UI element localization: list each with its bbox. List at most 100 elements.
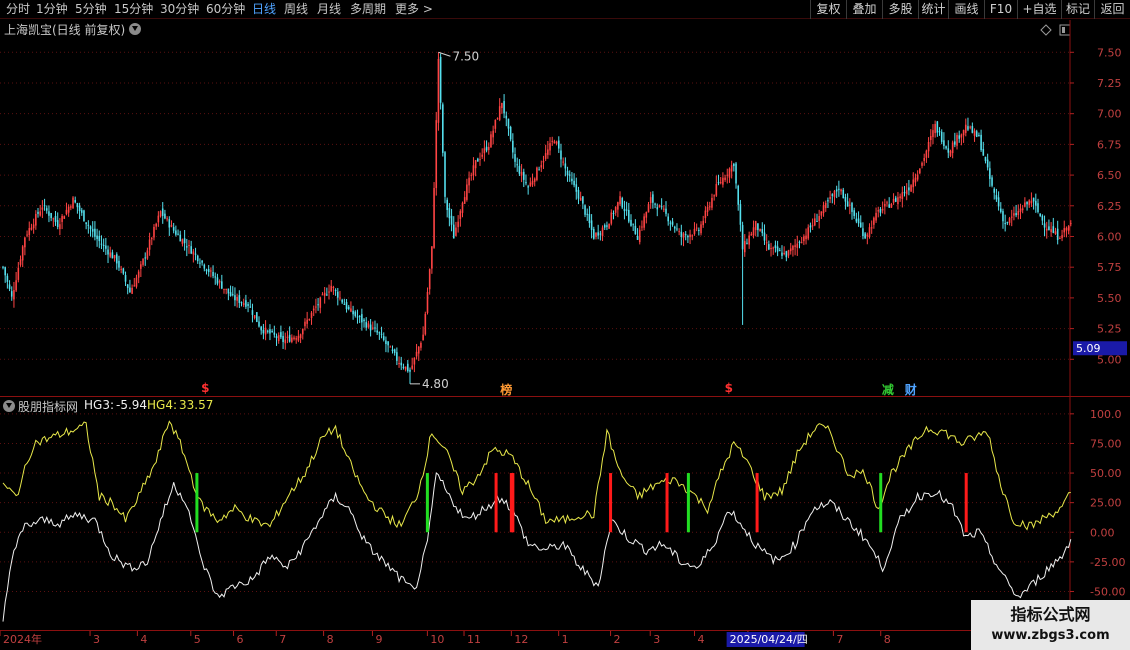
candle-body [525,182,527,184]
candle-body [689,234,691,238]
candle-body [741,225,744,250]
candle-body [818,215,820,221]
candle-body [562,161,564,163]
period-tab-daily[interactable]: 日线 [252,1,276,18]
indicator-tick-label: 75.00 [1090,437,1122,450]
f10-button[interactable]: F10 [984,0,1017,19]
candle-body [894,197,897,202]
signal-marker[interactable]: $ [201,381,209,395]
candle-body [221,281,223,289]
period-tab-5min[interactable]: 5分钟 [75,1,107,18]
candle-body [1026,201,1028,205]
candle-body [483,148,486,154]
period-tab-monthly[interactable]: 月线 [317,1,341,18]
candle-body [811,225,814,227]
period-tab-60min[interactable]: 60分钟 [206,1,245,18]
candle-body [785,251,788,258]
candle-body [739,204,742,225]
period-tab-more[interactable]: 更多 > [395,1,433,18]
candle-body [113,255,116,259]
candle-body [319,297,322,308]
candle-body [881,208,884,211]
candle-body [934,124,936,134]
candle-body [67,206,70,213]
signal-marker[interactable]: 减 [882,381,894,398]
candlestick-chart[interactable]: 7.50 7.25 7.00 6.75 6.50 6.25 6.00 5.75 5.50 5.25… [0,20,1130,397]
indicator-chart[interactable]: 100.0 75.00 50.00 25.00 0.00 -25.00 -50.00 [0,397,1130,630]
candle-body [962,130,965,136]
candle-body [389,346,392,348]
candle-body [1061,235,1063,239]
candle-body [461,202,464,213]
candle-body [45,208,48,211]
period-tab-1min[interactable]: 1分钟 [36,1,68,18]
draw-line-button[interactable]: 画线 [948,0,984,19]
candle-body [131,287,133,294]
candle-body [726,174,729,176]
period-tab-multi[interactable]: 多周期 [350,1,386,18]
candle-body [19,259,22,265]
time-tick-label: 7 [836,633,843,646]
mark-button[interactable]: 标记 [1061,0,1094,19]
candle-body [765,242,768,244]
candle-body [722,177,724,185]
candle-body [927,142,930,152]
add-watchlist-button[interactable]: +自选 [1017,0,1061,19]
candle-body [363,319,365,322]
candle-body [542,160,545,163]
candle-body [61,216,63,222]
overlay-button[interactable]: 叠加 [846,0,882,19]
signal-bar [195,473,199,533]
adjust-button[interactable]: 复权 [810,0,846,19]
back-button[interactable]: 返回 [1094,0,1130,19]
candle-body [560,150,562,160]
period-tab-30min[interactable]: 30分钟 [160,1,199,18]
candle-body [905,190,908,195]
signal-marker[interactable]: 榜 [500,381,512,398]
candle-body [238,295,241,303]
candle-body [859,222,862,228]
candle-body [65,209,68,215]
candle-body [118,260,120,268]
period-tab-15min[interactable]: 15分钟 [114,1,153,18]
candle-body [536,167,538,180]
period-tab-weekly[interactable]: 周线 [284,1,308,18]
candle-body [582,196,584,204]
price-tick-label: 6.50 [1097,169,1122,182]
candle-body [501,102,503,109]
signal-marker[interactable]: 财 [905,381,917,398]
indicator-tick-label: 50.00 [1090,467,1122,480]
candle-body [969,126,971,128]
candle-body [411,365,413,369]
candle-body [1050,229,1052,233]
stats-button[interactable]: 统计 [918,0,948,19]
candle-body [245,300,247,307]
candle-body [555,141,558,144]
candle-body [704,210,707,219]
candle-body [991,177,993,186]
candle-body [6,275,9,282]
candle-body [212,271,214,277]
candle-body [754,221,757,231]
candle-body [144,257,147,259]
period-tab-intraday[interactable]: 分时 [6,1,30,18]
candle-body [111,252,114,259]
candle-body [218,281,221,283]
candle-body [1052,226,1055,233]
candle-body [505,115,508,119]
multi-stock-button[interactable]: 多股 [882,0,918,19]
candle-body [196,255,199,262]
price-tick-label: 7.00 [1097,108,1122,121]
candle-body [299,334,302,338]
candle-body [743,241,746,253]
candle-body [481,154,484,157]
candle-body [606,225,608,227]
candle-body [967,126,969,130]
candle-body [155,223,157,227]
candle-body [512,140,514,153]
candle-body [768,244,770,250]
signal-marker[interactable]: $ [725,381,733,395]
candle-body [417,346,420,354]
candle-body [608,223,610,229]
candle-body [625,209,628,211]
